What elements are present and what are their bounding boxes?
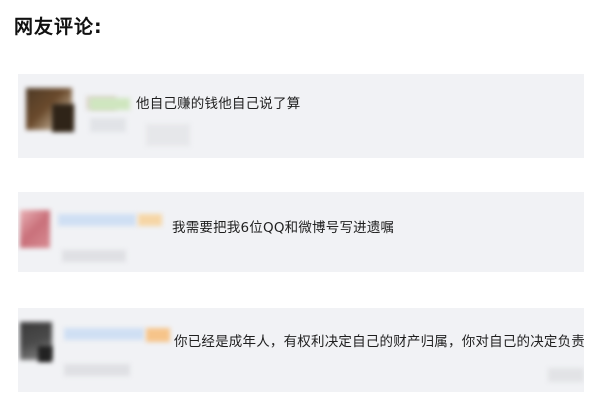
blurred-badge: [146, 328, 170, 342]
blurred-metadata: [62, 250, 126, 262]
avatar-shadow: [38, 346, 52, 362]
blurred-metadata: [64, 364, 130, 376]
blurred-username-highlight: [90, 98, 130, 110]
comment-card: 他自己赚的钱他自己说了算: [18, 74, 584, 158]
avatar[interactable]: [20, 210, 50, 248]
page-title: 网友评论:: [14, 16, 103, 38]
blurred-metadata-2: [146, 124, 190, 146]
comment-card: 你已经是成年人，有权利决定自己的财产归属，你对自己的决定负责就好。: [18, 308, 584, 392]
comment-text: 你已经是成年人，有权利决定自己的财产归属，你对自己的决定负责就好。: [174, 334, 584, 350]
comment-text: 他自己赚的钱他自己说了算: [136, 96, 301, 112]
blurred-metadata: [90, 118, 126, 132]
comment-text: 我需要把我6位QQ和微博号写进遗嘱: [172, 220, 395, 236]
blurred-username[interactable]: [64, 328, 144, 340]
blurred-badge: [138, 214, 162, 226]
comment-card: 我需要把我6位QQ和微博号写进遗嘱: [18, 192, 584, 272]
blurred-metadata-2: [548, 368, 584, 382]
avatar-shadow: [52, 104, 74, 132]
blurred-username[interactable]: [58, 214, 136, 226]
page: 网友评论: 他自己赚的钱他自己说了算 我需要把我6位QQ和微博号写进遗嘱 你已经…: [0, 0, 600, 400]
